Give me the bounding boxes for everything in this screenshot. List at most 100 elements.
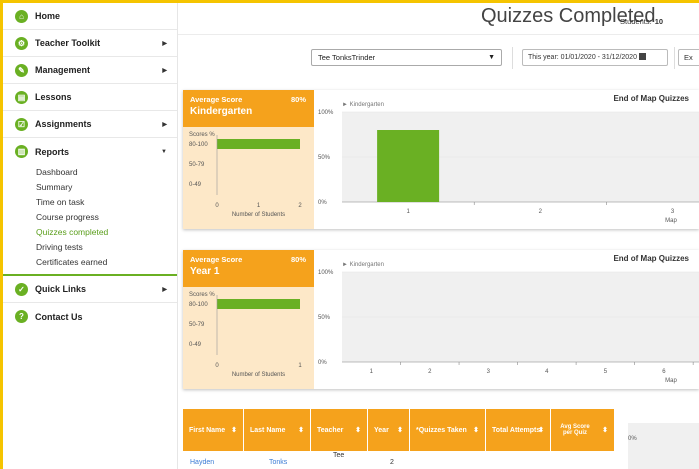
y-axis-title: Scores % [189, 132, 215, 138]
students-table-header: First Name ⬍ Last Name ⬍ Teacher ⬍ Year ⬍ *Q… [183, 409, 615, 451]
score-distribution-chart: Scores % 80-100 50-79 0-49 0 1 2 Number of Stud… [189, 132, 302, 218]
sidebar: ⌂ Home ⚙ Teacher Toolkit ▶ ✎ Management … [3, 3, 178, 469]
teacher-select-value: Tee TonksTrinder [318, 53, 376, 62]
column-header-label: Teacher [317, 426, 344, 434]
bar-chart-icon: ▥ [15, 145, 28, 158]
x-tick-label: 5 [604, 369, 608, 375]
average-score-card: Average Score 80% Kindergarten Scores % 8… [183, 90, 314, 229]
sidebar-item-quick-links[interactable]: ✓ Quick Links ▶ [3, 276, 177, 303]
sidebar-item-label: Reports [35, 146, 70, 157]
cell-last-name[interactable]: Tonks [269, 459, 287, 466]
side-chart-axis-label: 0% [628, 436, 637, 442]
divider [512, 47, 513, 69]
y-tick-label: 100% [318, 270, 334, 276]
sidebar-item-label: Assignments [35, 119, 92, 129]
y-tick-label: 0-49 [189, 342, 202, 348]
x-axis-title: Map [665, 218, 677, 224]
sidebar-item-teacher-toolkit[interactable]: ⚙ Teacher Toolkit ▶ [3, 30, 177, 57]
average-score-header: Average Score 80% Year 1 [183, 250, 314, 287]
sidebar-item-label: Management [35, 65, 91, 75]
y-tick-label: 50% [318, 315, 331, 321]
sidebar-item-home[interactable]: ⌂ Home [3, 3, 177, 30]
date-range-value: This year: 01/01/2020 - 31/12/2020 [528, 54, 637, 61]
end-of-map-plot: 100% 50% 0% 1 2 3 Map [318, 110, 699, 224]
sort-icon: ⬍ [473, 427, 479, 434]
grade-name: Kindergarten [190, 106, 253, 117]
sidebar-item-assignments[interactable]: ☑ Assignments ▶ [3, 111, 177, 138]
home-icon: ⌂ [15, 9, 28, 23]
x-tick-label: 0 [215, 363, 219, 369]
y-tick-label: 100% [318, 110, 334, 116]
pencil-icon: ✎ [15, 63, 28, 77]
average-score-label: Average Score [190, 255, 243, 264]
sidebar-item-reports[interactable]: ▥ Reports ▼ [3, 138, 177, 165]
sort-icon: ⬍ [231, 427, 237, 434]
sidebar-item-management[interactable]: ✎ Management ▶ [3, 57, 177, 84]
students-label: Students: [620, 17, 652, 26]
y-tick-label: 50% [318, 155, 331, 161]
side-chart-partial [628, 423, 699, 469]
grade-name: Year 1 [190, 266, 220, 277]
grade-panel-year-1: Average Score 80% Year 1 Scores % 80-100 5… [183, 250, 699, 389]
sidebar-subitem-time-on-task[interactable]: Time on task [3, 195, 177, 210]
sidebar-item-lessons[interactable]: ▤ Lessons [3, 84, 177, 111]
sidebar-subitem-certificates-earned[interactable]: Certificates earned [3, 255, 177, 270]
chevron-right-icon: ▶ [162, 67, 167, 74]
column-header-teacher[interactable]: Teacher ⬍ [311, 409, 368, 451]
sidebar-subitem-dashboard[interactable]: Dashboard [3, 165, 177, 180]
column-header-quizzes-taken[interactable]: *Quizzes Taken ⬍ [410, 409, 486, 451]
x-tick-label: 3 [671, 209, 675, 215]
sidebar-item-label: Home [35, 11, 61, 21]
sidebar-item-label: Lessons [35, 92, 72, 102]
map-bar [377, 130, 440, 202]
clipboard-icon: ☑ [15, 117, 28, 131]
column-header-total-attempts[interactable]: Total Attempts ⬍ [486, 409, 551, 451]
sidebar-subitem-summary[interactable]: Summary [3, 180, 177, 195]
caret-down-icon: ▼ [488, 54, 495, 61]
column-header-avg-score[interactable]: Avg Score per Quiz ⬍ [551, 409, 615, 451]
cell-first-name[interactable]: Hayden [190, 459, 214, 466]
y-tick-label: 0% [318, 360, 327, 366]
sidebar-subitem-quizzes-completed[interactable]: Quizzes completed [3, 225, 177, 240]
export-button[interactable]: Ex [678, 49, 699, 66]
teacher-select[interactable]: Tee TonksTrinder ▼ [311, 49, 502, 66]
main-content: Quizzes Completed Students: 10 Tee TonksT… [178, 3, 699, 469]
average-score-value: 80% [290, 95, 306, 104]
column-header-label: Avg Score per Quiz [560, 424, 590, 436]
y-axis-title: Scores % [189, 292, 215, 298]
y-tick-label: 80-100 [189, 142, 208, 148]
sidebar-item-label: Quick Links [35, 284, 87, 294]
sort-icon: ⬍ [602, 427, 608, 434]
average-score-value: 80% [290, 255, 306, 264]
score-distribution-chart: Scores % 80-100 50-79 0-49 0 1 Number of Stude… [189, 292, 302, 378]
x-axis-title: Number of Students [232, 372, 285, 378]
x-tick-label: 2 [428, 369, 432, 375]
x-tick-label: 1 [406, 209, 410, 215]
column-header-first-name[interactable]: First Name ⬍ [183, 409, 244, 451]
column-header-label: Total Attempts [492, 426, 541, 434]
sidebar-subitem-course-progress[interactable]: Course progress [3, 210, 177, 225]
chevron-right-icon: ▶ [162, 121, 167, 128]
y-tick-label: 0-49 [189, 182, 202, 188]
sort-icon: ⬍ [538, 427, 544, 434]
divider [178, 34, 699, 35]
y-tick-label: 50-79 [189, 162, 205, 168]
average-score-label: Average Score [190, 95, 243, 104]
sidebar-item-label: Teacher Toolkit [35, 38, 101, 48]
y-tick-label: 80-100 [189, 302, 208, 308]
students-count: Students: 10 [620, 17, 663, 26]
column-header-last-name[interactable]: Last Name ⬍ [244, 409, 311, 451]
column-header-year[interactable]: Year ⬍ [368, 409, 410, 451]
score-bar [217, 139, 300, 149]
chevron-right-icon: ▶ [162, 286, 167, 293]
grade-panel-kindergarten: Average Score 80% Kindergarten Scores % 8… [183, 90, 699, 229]
end-of-map-chart: End of Map Quizzes ► Kindergarten 100% 50… [314, 250, 699, 389]
column-header-label: First Name [189, 426, 226, 434]
x-tick-label: 1 [370, 369, 374, 375]
cell-year: 2 [390, 459, 394, 466]
sidebar-item-contact-us[interactable]: ? Contact Us [3, 303, 177, 330]
date-range-picker[interactable]: This year: 01/01/2020 - 31/12/2020 [522, 49, 668, 66]
sidebar-subitem-driving-tests[interactable]: Driving tests [3, 240, 177, 255]
y-tick-label: 0% [318, 200, 327, 206]
sidebar-item-label: Contact Us [35, 311, 83, 322]
